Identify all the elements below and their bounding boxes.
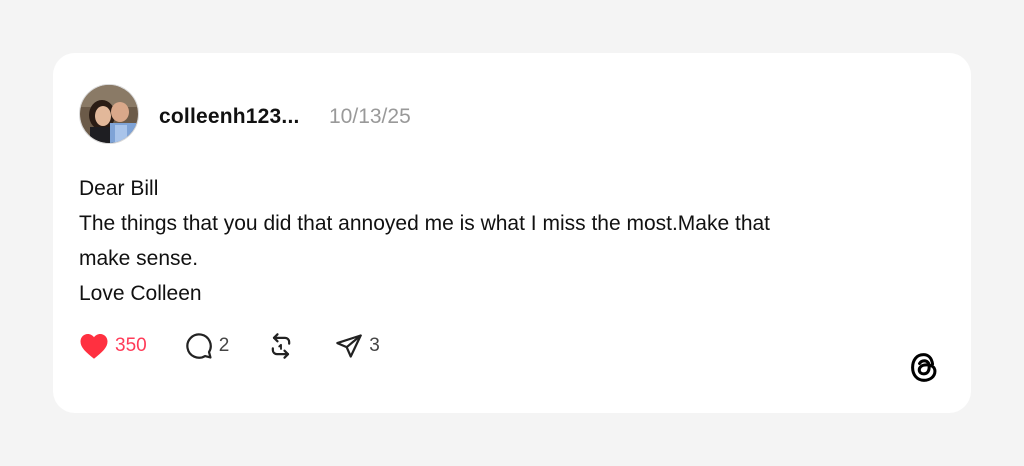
heart-icon [80,334,108,359]
post-body: Dear Bill The things that you did that a… [79,171,939,311]
like-count: 350 [115,335,147,356]
username[interactable]: colleenh123... [159,105,300,129]
reply-button[interactable]: 2 [185,332,230,360]
post-line: The things that you did that annoyed me … [79,212,771,235]
repost-button[interactable] [267,332,295,360]
speech-bubble-icon [185,333,212,359]
post-card: colleenh123... 10/13/25 Dear Bill The th… [53,53,971,413]
repost-icon [272,333,291,359]
share-button[interactable]: 3 [335,332,380,360]
post-line: Dear Bill [79,177,159,200]
reply-count: 2 [218,335,230,356]
post-timestamp[interactable]: 10/13/25 [329,105,411,129]
send-icon [336,334,363,358]
action-bar: 350 2 3 [79,331,380,361]
avatar[interactable] [79,84,139,144]
like-button[interactable]: 350 [79,332,147,360]
post-line: make sense. [79,247,199,270]
threads-logo-icon[interactable] [905,348,943,386]
share-count: 3 [369,335,380,356]
post-line: Love Colleen [79,282,202,305]
